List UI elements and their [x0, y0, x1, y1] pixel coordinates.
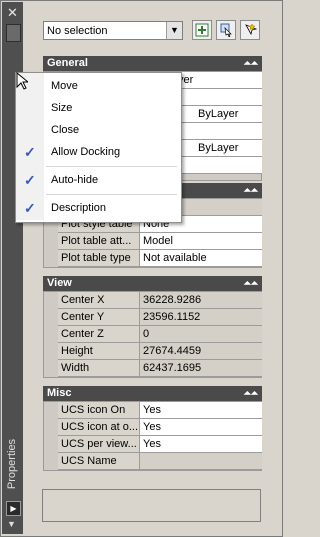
table-row[interactable]: Center X 36228.9286	[58, 292, 262, 309]
palette-menu-button[interactable]	[6, 24, 21, 42]
section-header-misc[interactable]: Misc ⏶⏶	[43, 386, 262, 401]
menu-item-close[interactable]: Close	[16, 120, 179, 141]
menu-separator	[46, 166, 177, 167]
menu-item-description[interactable]: ✓ Description	[16, 198, 179, 219]
collapse-icon[interactable]: ⏶⏶	[244, 276, 258, 291]
table-row[interactable]: UCS per view... Yes	[58, 436, 262, 453]
table-row[interactable]: Center Z0	[58, 326, 262, 343]
chevron-down-icon[interactable]: ▼	[7, 519, 16, 529]
table-row[interactable]: UCS icon at o... Yes	[58, 419, 262, 436]
quick-select-icon	[245, 23, 257, 36]
collapse-icon[interactable]: ⏶⏶	[244, 183, 258, 198]
close-icon[interactable]: ✕	[6, 6, 19, 19]
section-header-view[interactable]: View ⏶⏶	[43, 276, 262, 291]
checkmark-icon: ✓	[24, 172, 36, 188]
table-row[interactable]: UCS icon On Yes	[58, 402, 262, 419]
select-objects-icon	[220, 23, 232, 37]
table-row[interactable]: Center Y 23596.1152	[58, 309, 262, 326]
selection-dropdown[interactable]: No selection ▼	[43, 21, 183, 40]
table-row[interactable]: Height 27674.4459	[58, 343, 262, 360]
dropdown-arrow-icon[interactable]: ▼	[166, 22, 182, 39]
checkmark-icon: ✓	[24, 144, 36, 160]
palette-context-menu: Move Size Close ✓ Allow Docking ✓ Auto-hid…	[15, 72, 182, 223]
quick-select-button[interactable]	[240, 20, 260, 40]
table-row[interactable]: Width 62437.1695	[58, 360, 262, 377]
collapse-icon[interactable]: ⏶⏶	[244, 386, 258, 401]
section-body-misc: UCS icon On Yes UCS icon at o... Yes UCS p…	[43, 401, 262, 471]
expand-icon[interactable]: ▶	[6, 501, 21, 516]
menu-item-allow-docking[interactable]: ✓ Allow Docking	[16, 142, 179, 163]
selection-value: No selection	[47, 25, 108, 37]
table-row[interactable]: UCS Name	[58, 453, 262, 470]
pickadd-toggle-icon	[195, 23, 209, 37]
menu-item-size[interactable]: Size	[16, 98, 179, 119]
palette-title: Properties	[6, 438, 18, 490]
table-row[interactable]: Plot table type Not available	[58, 250, 262, 267]
toggle-pickadd-button[interactable]	[192, 20, 212, 40]
mouse-cursor-icon	[16, 72, 28, 90]
section-header-general[interactable]: General ⏶⏶	[43, 56, 262, 71]
description-area	[42, 489, 261, 522]
menu-separator	[46, 194, 177, 195]
table-row[interactable]: Plot table att... Model	[58, 233, 262, 250]
checkmark-icon: ✓	[24, 200, 36, 216]
collapse-icon[interactable]: ⏶⏶	[244, 56, 258, 71]
menu-item-auto-hide[interactable]: ✓ Auto-hide	[16, 170, 179, 191]
menu-item-move[interactable]: Move	[16, 76, 179, 97]
section-body-view: Center X 36228.9286 Center Y 23596.1152 Ce…	[43, 291, 262, 378]
select-objects-button[interactable]	[216, 20, 236, 40]
